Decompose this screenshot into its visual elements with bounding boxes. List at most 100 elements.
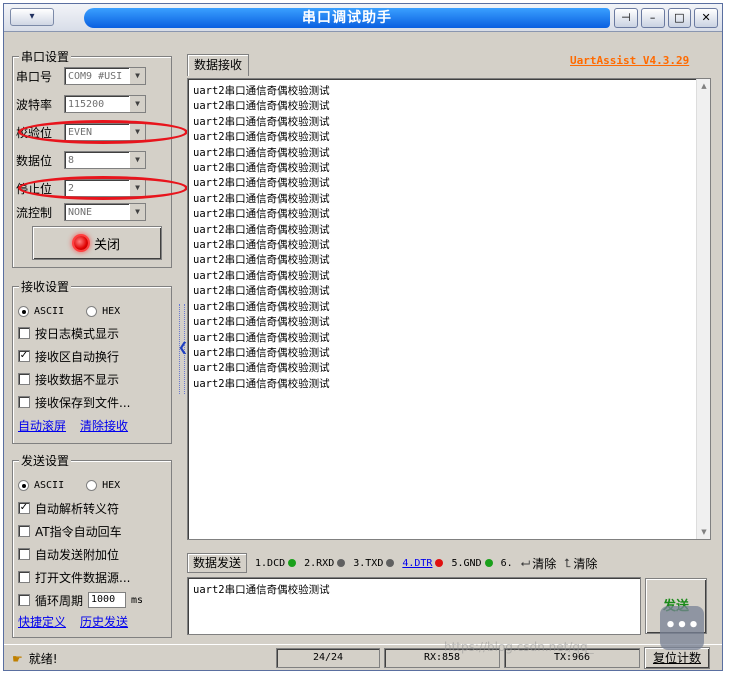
quick-define-link[interactable]: 快捷定义	[18, 613, 66, 630]
checkbox-label: AT指令自动回车	[35, 524, 122, 539]
receive-line: uart2串口通信奇偶校验测试	[193, 223, 330, 236]
checkbox[interactable]	[18, 373, 30, 385]
group-title: 串口设置	[19, 48, 72, 65]
send-option[interactable]: 自动发送附加位	[18, 545, 119, 563]
close-window-button[interactable]: ✕	[694, 8, 718, 28]
signal-led-icon	[288, 559, 297, 567]
receive-line: uart2串口通信奇偶校验测试	[193, 131, 330, 144]
signal-label: 3.TXD	[353, 557, 384, 569]
signal-gnd: 5.GND	[451, 558, 493, 569]
flowcontrol-select[interactable]: NONE ▼	[64, 203, 146, 221]
radio-label: ASCII	[34, 479, 65, 491]
databits-select[interactable]: 8 ▼	[64, 151, 146, 169]
checkbox[interactable]	[18, 396, 30, 408]
chevron-down-icon[interactable]: ▼	[129, 152, 145, 168]
receive-line: uart2串口通信奇偶校验测试	[193, 146, 330, 159]
cycle-label: 循环周期	[35, 593, 84, 608]
receive-line: uart2串口通信奇偶校验测试	[193, 192, 330, 205]
recv-hex-radio[interactable]	[86, 305, 98, 317]
signal-label[interactable]: 4.DTR	[402, 558, 432, 569]
signal-dtr[interactable]: 4.DTR	[402, 558, 444, 569]
send-toolbar: 数据发送 1.DCD 2.RXD 3.TXD 4.DTR 5.GND 6. ⮠ 清…	[187, 552, 711, 574]
flowcontrol-row: 流控制 NONE ▼	[16, 202, 146, 222]
checkbox[interactable]: ✓	[18, 350, 30, 362]
system-menu-button[interactable]: ▾	[10, 8, 54, 26]
recv-option[interactable]: ✓ 接收区自动换行	[18, 347, 119, 365]
checkbox[interactable]	[18, 327, 30, 339]
signal-6: 6.	[501, 558, 513, 569]
field-label: 流控制	[16, 205, 53, 220]
send-ascii-radio[interactable]	[18, 479, 29, 491]
databits-row: 数据位 8 ▼	[16, 150, 146, 170]
recv-option[interactable]: 接收保存到文件...	[18, 393, 130, 411]
receive-line: uart2串口通信奇偶校验测试	[193, 239, 330, 252]
receive-line: uart2串口通信奇偶校验测试	[193, 115, 330, 128]
recv-option[interactable]: 接收数据不显示	[18, 370, 119, 388]
receive-line: uart2串口通信奇偶校验测试	[193, 300, 330, 313]
send-option[interactable]: 打开文件数据源...	[18, 568, 130, 586]
version-link[interactable]: UartAssist V4.3.29	[570, 54, 689, 67]
title-bar: ▾ 串口调试助手 ⊣ – □ ✕	[4, 4, 722, 32]
signal-led-icon	[484, 559, 493, 567]
send-hex-radio[interactable]	[86, 479, 98, 491]
checkbox[interactable]	[18, 525, 30, 537]
chat-bubble-icon[interactable]: •••	[660, 606, 704, 650]
receive-line: uart2串口通信奇偶校验测试	[193, 377, 330, 390]
signal-led-icon	[337, 559, 346, 567]
signal-rxd: 2.RXD	[304, 557, 346, 569]
pin-icon[interactable]: ⊣	[614, 8, 638, 28]
chevron-down-icon[interactable]: ▼	[129, 96, 145, 112]
receive-lines: uart2串口通信奇偶校验测试 uart2串口通信奇偶校验测试 uart2串口通信奇…	[193, 84, 330, 392]
receive-line: uart2串口通信奇偶校验测试	[193, 85, 330, 97]
reset-count-button[interactable]: 复位计数	[644, 647, 710, 669]
window-title: 串口调试助手	[84, 8, 610, 28]
select-value: COM9 #USI	[68, 70, 123, 82]
cycle-unit: ms	[131, 594, 144, 606]
maximize-button[interactable]: □	[667, 8, 692, 28]
baud-select[interactable]: 115200 ▼	[64, 95, 146, 113]
pointer-icon: ☛	[12, 651, 23, 666]
checkbox[interactable]: ✓	[18, 502, 30, 514]
receive-line: uart2串口通信奇偶校验测试	[193, 254, 330, 267]
tab-receive[interactable]: 数据接收	[187, 54, 250, 76]
signal-label: 1.DCD	[255, 557, 286, 569]
signal-led-icon	[386, 559, 395, 567]
clear-count-button[interactable]: ⮤ 清除	[564, 555, 597, 572]
send-option[interactable]: ✓ 自动解析转义符	[18, 499, 119, 517]
minimize-button[interactable]: –	[640, 8, 665, 28]
radio-label: HEX	[102, 479, 121, 491]
cycle-period-input[interactable]: 1000	[88, 592, 127, 608]
signal-label: 2.RXD	[304, 557, 335, 569]
checkbox[interactable]	[18, 571, 30, 583]
cycle-checkbox[interactable]	[18, 594, 30, 606]
close-port-button[interactable]: 关闭	[32, 226, 162, 260]
radio-label: HEX	[102, 305, 121, 317]
select-value: 8	[68, 154, 75, 166]
scroll-down-icon[interactable]: ▼	[697, 525, 710, 539]
history-send-link[interactable]: 历史发送	[80, 613, 128, 630]
up-arrow-icon: ⮤	[564, 555, 572, 570]
receive-format-row: ASCII HEX	[18, 302, 120, 320]
checkbox-label: 自动解析转义符	[35, 501, 120, 516]
checkbox[interactable]	[18, 548, 30, 560]
checkbox-label: 按日志模式显示	[35, 326, 120, 341]
recv-ascii-radio[interactable]	[18, 305, 29, 317]
clear-send-button[interactable]: ⮠ 清除	[521, 555, 557, 572]
checkbox-label: 打开文件数据源...	[35, 570, 131, 585]
group-title: 接收设置	[19, 278, 72, 295]
auto-scroll-link[interactable]: 自动滚屏	[18, 417, 66, 434]
status-led-icon	[73, 236, 88, 250]
chevron-down-icon[interactable]: ▼	[129, 204, 145, 220]
select-value: NONE	[68, 206, 93, 218]
scroll-up-icon[interactable]: ▲	[697, 79, 710, 93]
port-select[interactable]: COM9 #USI ▼	[64, 67, 146, 85]
tab-send[interactable]: 数据发送	[187, 553, 248, 573]
send-textarea[interactable]: uart2串口通信奇偶校验测试	[187, 577, 641, 635]
send-option[interactable]: AT指令自动回车	[18, 522, 122, 540]
recv-option[interactable]: 按日志模式显示	[18, 324, 119, 342]
receive-scrollbar[interactable]: ▲ ▼	[696, 79, 710, 539]
clear-receive-link[interactable]: 清除接收	[80, 417, 128, 434]
chevron-down-icon[interactable]: ▼	[129, 68, 145, 84]
receive-textarea[interactable]: uart2串口通信奇偶校验测试 uart2串口通信奇偶校验测试 uart2串口通信奇…	[187, 78, 711, 540]
highlight-ellipse-stopbits	[18, 176, 188, 200]
